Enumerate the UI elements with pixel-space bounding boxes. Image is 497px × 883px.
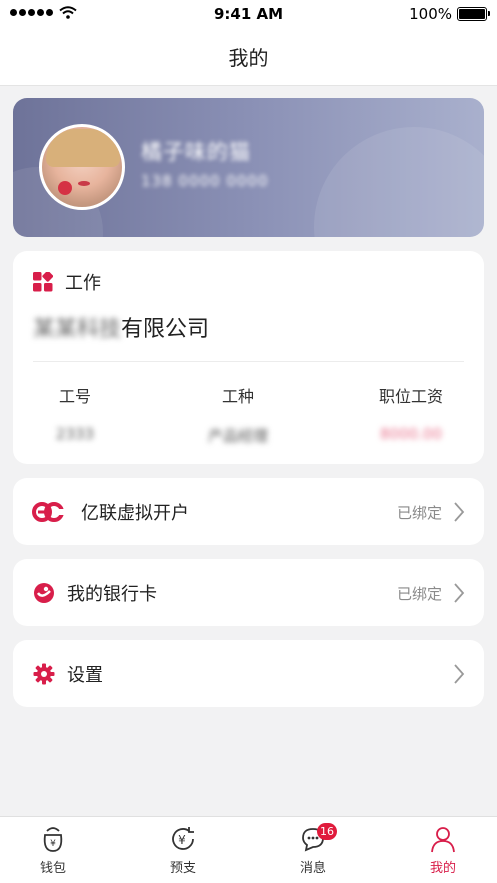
chevron-right-icon <box>454 583 465 603</box>
chevron-right-icon <box>454 502 465 522</box>
tab-advance[interactable]: ¥ 预支 <box>143 825 223 876</box>
nav-bar: 我的 <box>0 28 497 86</box>
tab-bar: ¥ 钱包 ¥ 预支 16 消息 我的 <box>0 816 497 883</box>
menu-item-label: 亿联虚拟开户 <box>81 503 189 524</box>
stat-label: 职位工资 <box>378 387 443 406</box>
profile-phone: 138 0000 0000 <box>141 172 269 190</box>
stat-employee-id: 工号 2333 <box>5 383 145 443</box>
stat-value: 产品经理 <box>207 427 268 445</box>
stat-salary: 职位工资 8000.00 <box>341 383 481 443</box>
bank-card-icon <box>31 580 57 606</box>
divider <box>33 361 464 362</box>
stat-value: 2333 <box>55 425 95 443</box>
work-card: 工作 某某科技有限公司 工号 2333 工种 产品经理 职位工资 8000.00 <box>13 251 484 464</box>
tab-label: 预支 <box>169 861 196 876</box>
work-grid-icon <box>33 272 53 292</box>
tab-label: 消息 <box>299 861 326 876</box>
avatar[interactable] <box>39 124 125 210</box>
svg-text:¥: ¥ <box>50 839 56 849</box>
menu-item-bank-card[interactable]: 我的银行卡 已绑定 <box>13 559 484 626</box>
battery-icon <box>457 7 490 21</box>
company-name-suffix: 有限公司 <box>121 317 210 342</box>
tab-label: 我的 <box>429 861 456 876</box>
menu-item-status: 已绑定 <box>396 585 442 603</box>
profile-name: 橘子味的猫 <box>141 140 251 164</box>
stat-label: 工种 <box>221 387 254 406</box>
wallet-icon: ¥ <box>43 827 63 852</box>
company-name-blurred: 某某科技 <box>33 317 122 342</box>
stat-job-type: 工种 产品经理 <box>168 383 308 446</box>
yen-refresh-icon: ¥ <box>172 827 194 850</box>
eo-logo-icon <box>31 499 65 525</box>
stat-value: 8000.00 <box>379 425 443 443</box>
chevron-right-icon <box>454 664 465 684</box>
status-bar: 9:41 AM 100% <box>0 0 497 28</box>
company-name: 某某科技有限公司 <box>33 311 209 343</box>
work-section-label: 工作 <box>65 273 101 294</box>
tab-mine[interactable]: 我的 <box>403 825 483 876</box>
person-icon <box>431 827 455 853</box>
gear-icon <box>31 661 57 687</box>
page-title: 我的 <box>228 46 269 70</box>
tab-label: 钱包 <box>39 861 66 876</box>
menu-item-label: 我的银行卡 <box>67 584 157 605</box>
menu-item-label: 设置 <box>67 665 103 686</box>
menu-item-virtual-account[interactable]: 亿联虚拟开户 已绑定 <box>13 478 484 545</box>
menu-item-status: 已绑定 <box>396 504 442 522</box>
profile-card[interactable]: 橘子味的猫 138 0000 0000 <box>13 98 484 237</box>
menu-item-settings[interactable]: 设置 <box>13 640 484 707</box>
tab-wallet[interactable]: ¥ 钱包 <box>13 825 93 876</box>
tab-messages[interactable]: 16 消息 <box>273 823 353 876</box>
battery-percent: 100% <box>409 5 452 23</box>
svg-text:¥: ¥ <box>178 833 186 847</box>
stat-label: 工号 <box>58 387 91 406</box>
unread-badge: 16 <box>317 823 337 840</box>
